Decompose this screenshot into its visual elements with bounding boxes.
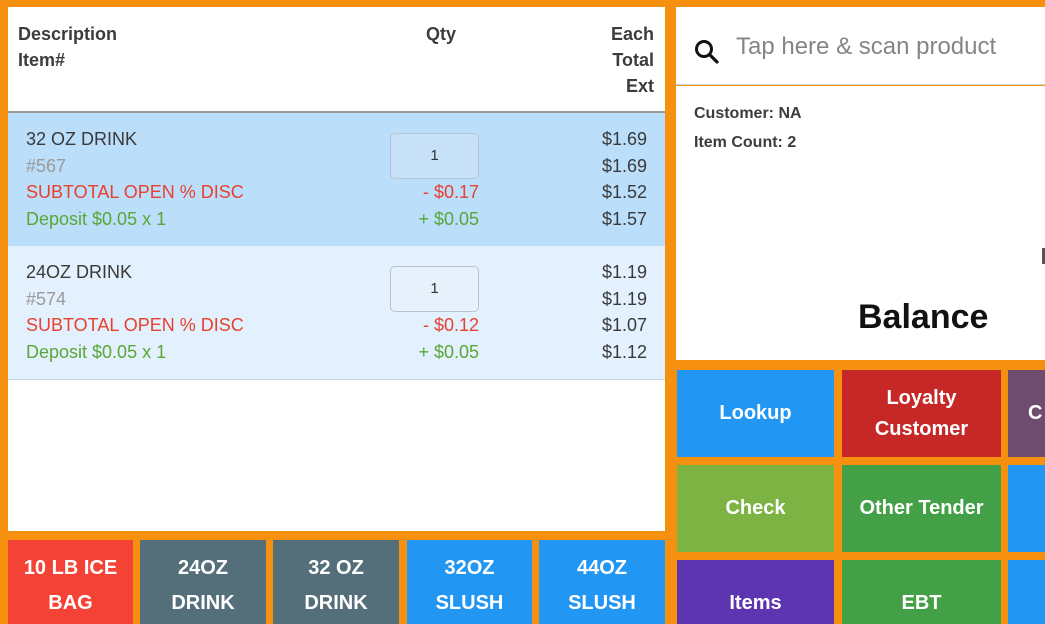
product-search-bar [676, 7, 1045, 85]
quick-item-line1: 10 LB ICE [23, 557, 118, 579]
partial-blue-button[interactable] [1008, 465, 1045, 552]
deposit-label: Deposit $0.05 x 1 [26, 341, 167, 362]
loyalty-label-line1: Loyalty [886, 386, 957, 409]
price-ext: $1.57 [601, 208, 647, 229]
discount-label: SUBTOTAL OPEN % DISC [26, 315, 244, 335]
cart-row[interactable]: 24OZ DRINK #574 SUBTOTAL OPEN % DISC Dep… [8, 246, 665, 380]
quick-item-line1: 44OZ [576, 557, 627, 579]
lookup-button-label: Lookup [719, 402, 792, 424]
lookup-button[interactable]: Lookup [677, 370, 834, 457]
cart-row-description: 24OZ DRINK #574 SUBTOTAL OPEN % DISC Dep… [26, 259, 244, 365]
search-icon[interactable] [694, 39, 720, 65]
price-each: $1.19 [601, 262, 647, 282]
check-button[interactable]: Check [677, 465, 834, 552]
discount-amount: - $0.12 [422, 315, 479, 335]
quick-item-line2: SLUSH [435, 592, 504, 614]
balance-label: Balance [858, 298, 989, 336]
customer-label: Customer: NA [694, 105, 802, 122]
quick-item-32oz-slush-button[interactable]: 32OZ SLUSH [407, 540, 532, 624]
price-total: $1.69 [601, 155, 647, 176]
quick-item-line1: 24OZ [177, 557, 229, 579]
header-description-label: Description [18, 24, 118, 44]
adjustments: - $0.17 + $0.05 [418, 179, 479, 232]
ebt-button[interactable]: EBT [842, 560, 1001, 624]
other-tender-button[interactable]: Other Tender [842, 465, 1001, 552]
discount-amount: - $0.17 [422, 182, 479, 202]
header-description: Description Item# [18, 21, 117, 73]
quick-item-24oz-drink-button[interactable]: 24OZ DRINK [140, 540, 266, 624]
items-button-label: Items [729, 591, 782, 614]
cart-row[interactable]: 32 OZ DRINK #567 SUBTOTAL OPEN % DISC De… [8, 113, 665, 246]
cart-header: Description Item# Qty Each Total Ext [8, 7, 665, 113]
item-name: 24OZ DRINK [26, 262, 133, 282]
price-after-discount: $1.07 [601, 315, 647, 335]
header-price: Each Total Ext [611, 21, 654, 99]
header-total-label: Total [612, 50, 654, 70]
quick-item-line1: 32 OZ [308, 557, 364, 579]
price-total: $1.19 [601, 288, 647, 309]
item-number: #567 [26, 155, 67, 176]
deposit-label: Deposit $0.05 x 1 [26, 208, 167, 229]
item-name: 32 OZ DRINK [26, 129, 138, 149]
item-count-label: Item Count: 2 [694, 134, 797, 151]
item-number: #574 [26, 288, 67, 309]
quick-item-44oz-slush-button[interactable]: 44OZ SLUSH [539, 540, 665, 624]
quick-item-line2: DRINK [304, 592, 368, 614]
quick-item-line1: 32OZ [444, 557, 495, 579]
ebt-button-label: EBT [901, 591, 942, 614]
discount-label: SUBTOTAL OPEN % DISC [26, 182, 244, 202]
items-button[interactable]: Items [677, 560, 834, 624]
loyalty-customer-button[interactable]: Loyalty Customer [842, 370, 1001, 457]
product-search-input[interactable] [736, 29, 1041, 65]
deposit-amount: + $0.05 [418, 208, 479, 229]
header-qty-label: Qty [426, 24, 457, 44]
header-ext-label: Ext [625, 76, 654, 96]
cart-panel: Description Item# Qty Each Total Ext 32 … [8, 7, 665, 531]
other-tender-button-label: Other Tender [859, 497, 984, 519]
quick-item-line2: SLUSH [568, 592, 636, 614]
price-ext: $1.12 [601, 341, 647, 362]
quick-item-line2: DRINK [171, 592, 235, 614]
adjustments: - $0.12 + $0.05 [418, 312, 479, 365]
quantity-field[interactable]: 1 [390, 266, 479, 312]
price-after-discount: $1.52 [601, 182, 647, 202]
price-column: $1.19 $1.19 $1.07 $1.12 [602, 259, 647, 365]
cart-row-description: 32 OZ DRINK #567 SUBTOTAL OPEN % DISC De… [26, 126, 244, 232]
header-each-label: Each [610, 24, 654, 44]
deposit-amount: + $0.05 [418, 341, 479, 362]
partial-blue-button-2[interactable] [1008, 560, 1045, 624]
partial-c-button-label: C [1028, 402, 1043, 424]
quick-item-ice-bag-button[interactable]: 10 LB ICE BAG [8, 540, 133, 624]
partial-c-button[interactable]: C [1008, 370, 1045, 457]
quantity-field[interactable]: 1 [390, 133, 479, 179]
quick-item-32oz-drink-button[interactable]: 32 OZ DRINK [273, 540, 399, 624]
check-button-label: Check [725, 497, 786, 519]
header-item-number-label: Item# [18, 50, 66, 70]
transaction-info-panel: Customer: NA Item Count: 2 Balance [676, 86, 1045, 360]
loyalty-label-line2: Customer [874, 417, 969, 440]
quick-item-line2: BAG [48, 592, 93, 614]
price-each: $1.69 [601, 129, 647, 149]
price-column: $1.69 $1.69 $1.52 $1.57 [602, 126, 647, 232]
pos-screen: Description Item# Qty Each Total Ext 32 … [0, 0, 1045, 624]
